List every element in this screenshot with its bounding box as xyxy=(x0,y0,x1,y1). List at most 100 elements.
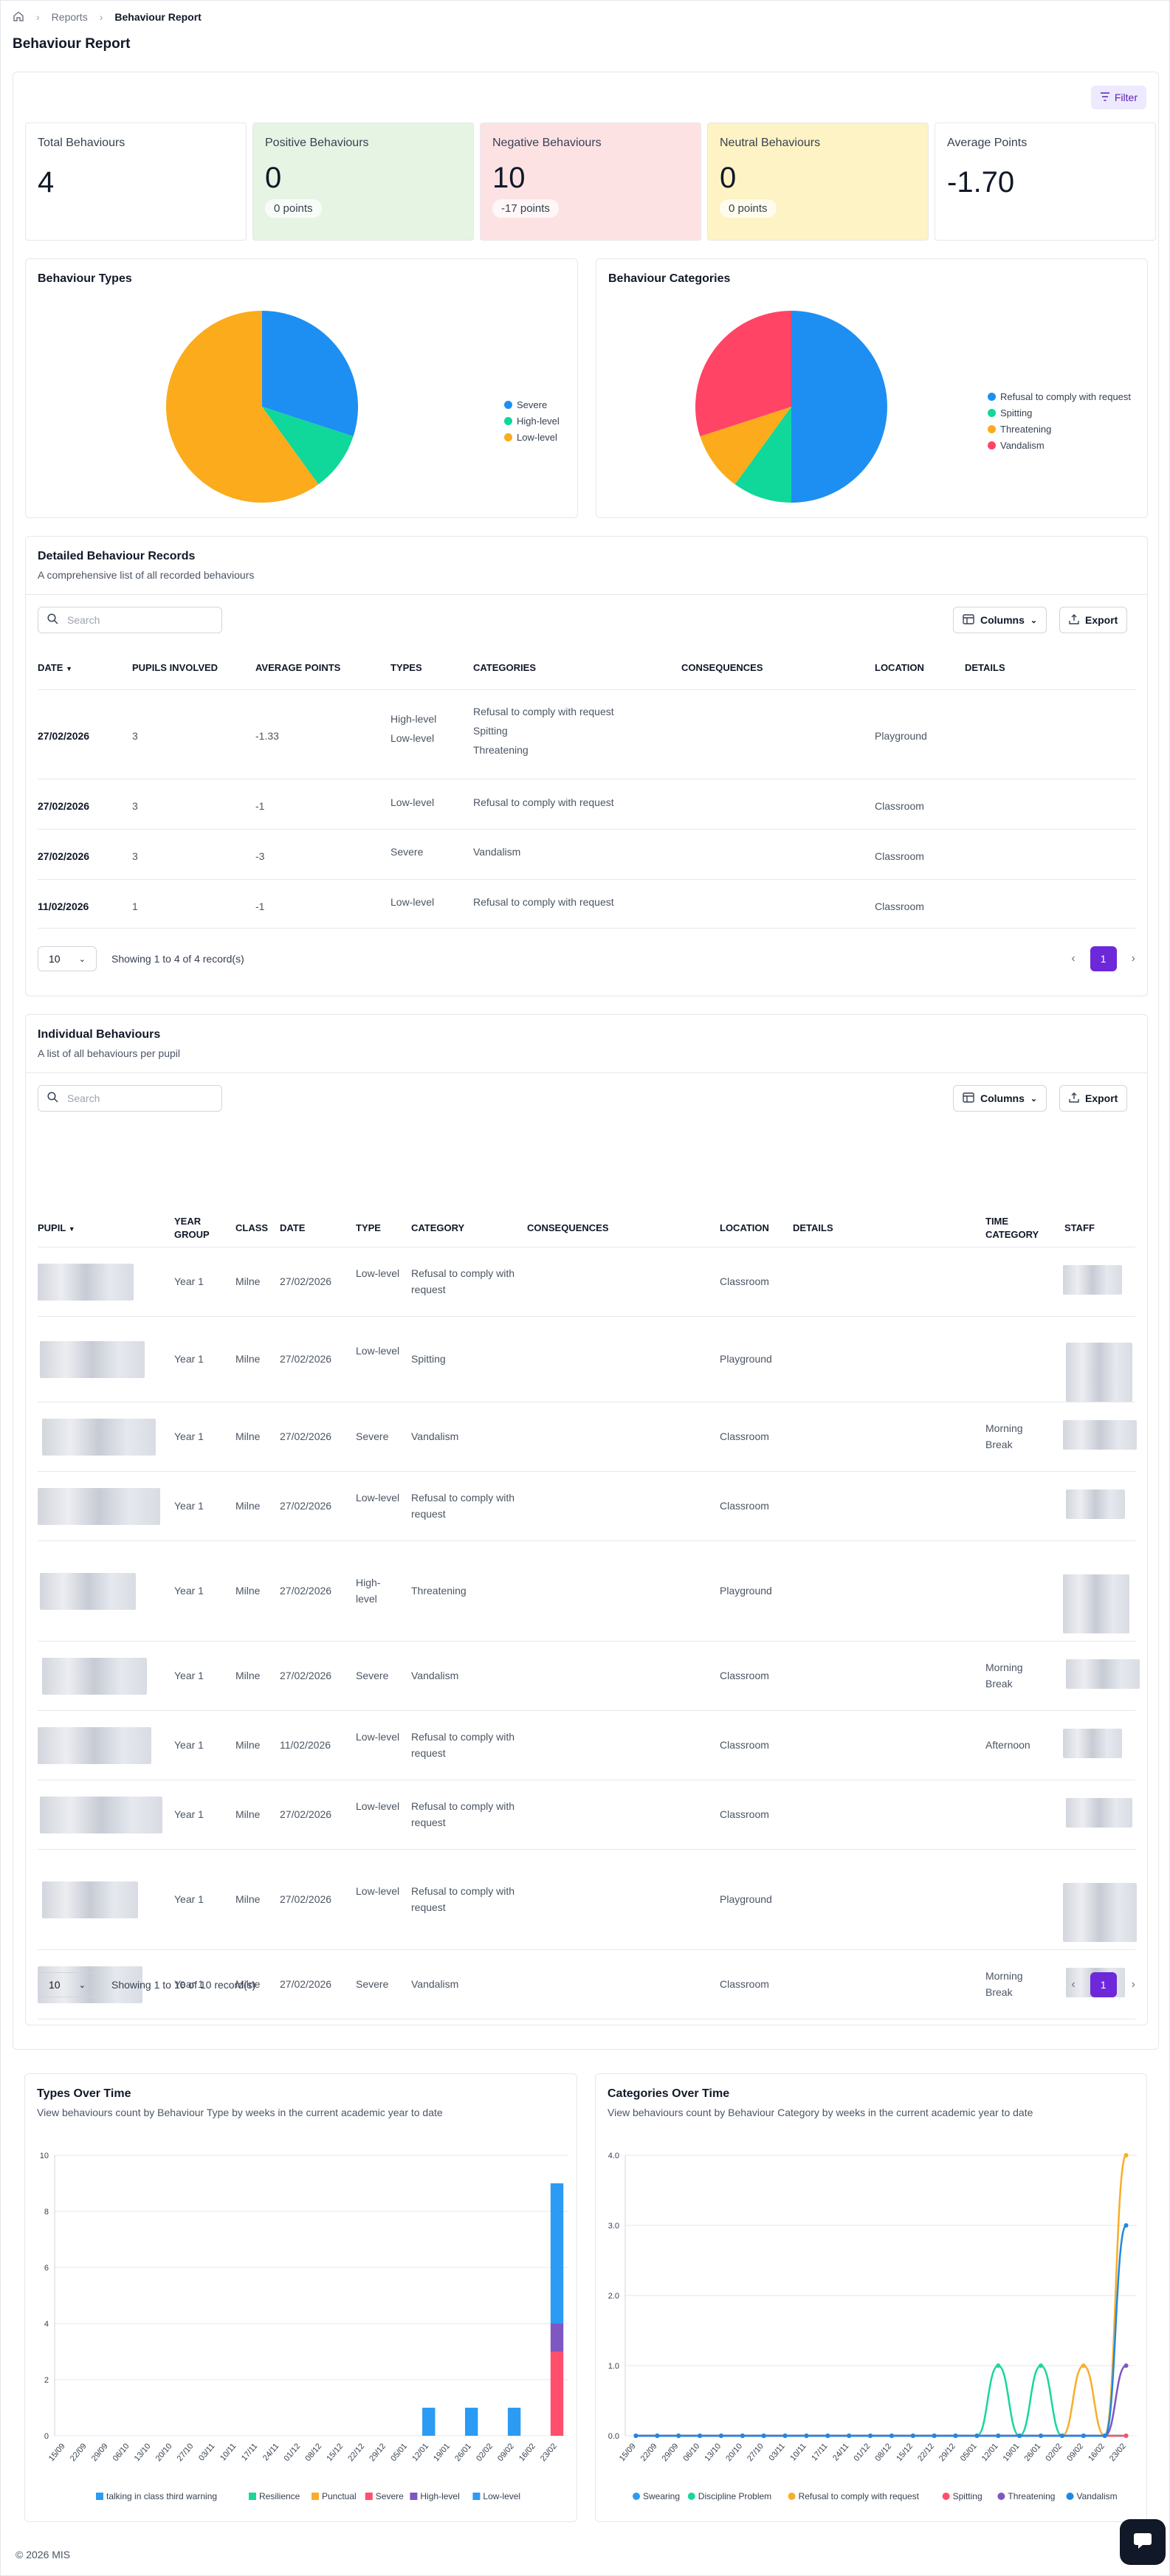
bar-high-level[interactable] xyxy=(550,2324,564,2352)
pupil-avatar-blurred[interactable] xyxy=(42,1881,138,1918)
home-icon[interactable] xyxy=(13,10,24,24)
legend-label[interactable]: High-level xyxy=(420,2491,459,2501)
columns-button[interactable]: Columns ⌄ xyxy=(953,1085,1047,1112)
line-point[interactable] xyxy=(718,2434,723,2438)
line-point[interactable] xyxy=(996,2434,1001,2438)
line-point[interactable] xyxy=(1123,2153,1129,2157)
export-button[interactable]: Export xyxy=(1059,607,1128,633)
legend-item: Severe xyxy=(504,396,560,413)
chat-button[interactable] xyxy=(1120,2519,1166,2565)
line-point[interactable] xyxy=(761,2434,766,2438)
bar-low-level[interactable] xyxy=(422,2408,436,2436)
line-point[interactable] xyxy=(804,2434,809,2438)
line-point[interactable] xyxy=(847,2434,852,2438)
legend-label[interactable]: Swearing xyxy=(643,2491,680,2501)
x-tick-label: 17/11 xyxy=(240,2442,259,2462)
legend-label[interactable]: Punctual xyxy=(322,2491,357,2501)
line-point[interactable] xyxy=(1081,2434,1086,2438)
columns-icon xyxy=(963,1092,974,1105)
individual-behaviours-card: Individual Behaviours A list of all beha… xyxy=(25,1014,1148,2025)
cell-year-group: Year 1 xyxy=(174,1275,204,1287)
pupil-avatar-blurred[interactable] xyxy=(38,1488,160,1525)
pagination-info: Showing 1 to 10 of 10 record(s) xyxy=(111,1979,256,1991)
line-point[interactable] xyxy=(1039,2363,1044,2368)
line-discipline-problem[interactable] xyxy=(636,2364,1126,2437)
prev-page-icon[interactable]: ‹ xyxy=(1071,952,1075,965)
pupil-avatar-blurred[interactable] xyxy=(40,1797,162,1833)
line-point[interactable] xyxy=(633,2434,639,2438)
legend-swatch xyxy=(504,433,512,441)
line-threatening[interactable] xyxy=(636,2364,1127,2437)
legend-label[interactable]: Vandalism xyxy=(1077,2491,1118,2501)
header-pupil[interactable]: PUPIL ▼ xyxy=(38,1222,75,1236)
x-tick-label: 06/10 xyxy=(681,2442,701,2463)
prev-page-icon[interactable]: ‹ xyxy=(1071,1978,1075,1991)
line-point[interactable] xyxy=(1123,2223,1129,2228)
line-point[interactable] xyxy=(825,2434,830,2438)
line-point[interactable] xyxy=(932,2434,937,2438)
legend-label[interactable]: Threatening xyxy=(1008,2491,1055,2501)
header-class: CLASS xyxy=(235,1222,269,1233)
header-date[interactable]: DATE ▼ xyxy=(38,661,72,675)
legend-label[interactable]: Spitting xyxy=(953,2491,983,2501)
line-point[interactable] xyxy=(1123,2434,1129,2438)
pupil-avatar-blurred[interactable] xyxy=(40,1341,145,1378)
line-point[interactable] xyxy=(1059,2434,1064,2438)
pupil-avatar-blurred[interactable] xyxy=(38,1727,151,1764)
legend-label[interactable]: Resilience xyxy=(259,2491,300,2501)
legend-label[interactable]: Low-level xyxy=(483,2491,520,2501)
columns-button[interactable]: Columns ⌄ xyxy=(953,607,1047,633)
legend-label[interactable]: Refusal to comply with request xyxy=(799,2491,920,2501)
line-point[interactable] xyxy=(655,2434,660,2438)
export-button[interactable]: Export xyxy=(1059,1085,1128,1112)
line-point[interactable] xyxy=(996,2363,1001,2368)
bar-low-level[interactable] xyxy=(465,2408,478,2436)
legend-swatch xyxy=(365,2493,373,2500)
pupil-avatar-blurred[interactable] xyxy=(40,1573,136,1610)
pie-slice-refusal-to-comply-with-request[interactable] xyxy=(791,311,887,503)
line-point[interactable] xyxy=(889,2434,894,2438)
legend-label[interactable]: Severe xyxy=(376,2491,404,2501)
search-placeholder: Search xyxy=(67,1092,100,1104)
line-point[interactable] xyxy=(676,2434,681,2438)
line-point[interactable] xyxy=(1039,2434,1044,2438)
pupil-avatar-blurred[interactable] xyxy=(38,1264,134,1301)
line-point[interactable] xyxy=(1102,2434,1107,2438)
page-number-button[interactable]: 1 xyxy=(1090,946,1117,971)
x-tick-label: 12/01 xyxy=(980,2442,1000,2463)
page-size-select[interactable]: 10 ⌄ xyxy=(38,946,97,971)
line-point[interactable] xyxy=(910,2434,915,2438)
line-point[interactable] xyxy=(953,2434,958,2438)
pupil-avatar-blurred[interactable] xyxy=(42,1419,156,1456)
filter-button[interactable]: Filter xyxy=(1090,86,1146,109)
line-point[interactable] xyxy=(782,2434,788,2438)
bar-severe[interactable] xyxy=(550,2352,564,2436)
line-point[interactable] xyxy=(740,2434,745,2438)
next-page-icon[interactable]: › xyxy=(1132,952,1135,965)
cell-date: 27/02/2026 xyxy=(38,800,90,812)
search-input[interactable]: Search xyxy=(38,607,222,633)
line-point[interactable] xyxy=(1017,2434,1022,2438)
legend-label[interactable]: Discipline Problem xyxy=(698,2491,771,2501)
line-point[interactable] xyxy=(1081,2363,1086,2368)
cell-type: Low-level xyxy=(390,732,435,744)
search-input[interactable]: Search xyxy=(38,1085,222,1112)
bar-low-level[interactable] xyxy=(550,2183,564,2324)
x-tick-label: 09/02 xyxy=(1065,2442,1085,2463)
cell-type: High-level xyxy=(356,1577,381,1605)
next-page-icon[interactable]: › xyxy=(1132,1978,1135,1991)
legend-label[interactable]: talking in class third warning xyxy=(106,2491,217,2501)
line-point[interactable] xyxy=(1123,2363,1129,2368)
line-point[interactable] xyxy=(868,2434,873,2438)
types-over-time-card: Types Over Time View behaviours count by… xyxy=(24,2073,577,2522)
bar-low-level[interactable] xyxy=(507,2408,521,2436)
cell-class: Milne xyxy=(235,1430,261,1442)
line-point[interactable] xyxy=(974,2434,980,2438)
page-number-button[interactable]: 1 xyxy=(1090,1972,1117,1997)
pupil-avatar-blurred[interactable] xyxy=(42,1658,147,1695)
line-point[interactable] xyxy=(698,2434,703,2438)
breadcrumb-reports[interactable]: Reports xyxy=(52,11,88,23)
page-size-select[interactable]: 10 ⌄ xyxy=(38,1972,97,1997)
header-average-points: AVERAGE POINTS xyxy=(255,662,341,673)
legend-swatch xyxy=(997,2493,1005,2500)
